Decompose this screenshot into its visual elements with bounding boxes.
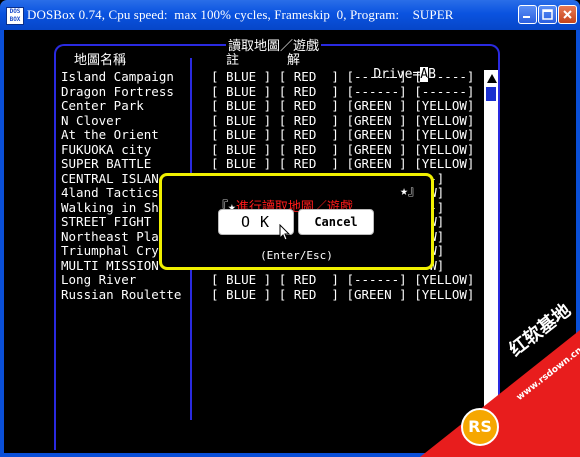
watermark-logo: RS: [461, 408, 499, 446]
watermark-corner: [420, 330, 580, 457]
